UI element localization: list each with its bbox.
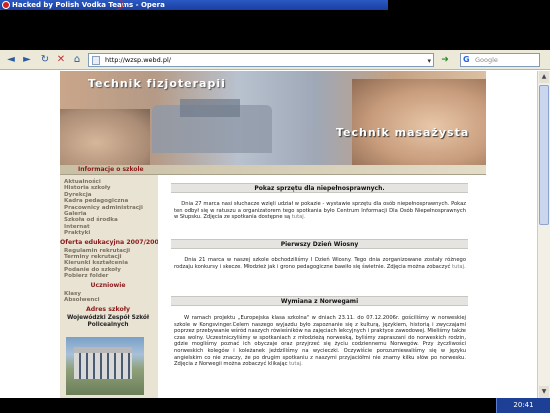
main-content: Pokaz sprzętu dla niepełnosprawnych. Dni… (158, 175, 486, 398)
scroll-thumb[interactable] (539, 85, 549, 225)
article-body: Dnia 27 marca nasi słuchacze wzięli udzi… (174, 201, 466, 221)
stop-icon[interactable]: ✕ (54, 53, 68, 67)
article-body: W ramach projektu „Europejska klasa szko… (174, 315, 466, 368)
article-body: Dnia 21 marca w naszej szkole obchodzili… (174, 257, 466, 270)
section-strip: Informacje o szkole (60, 165, 486, 175)
banner-title-masseur: Technik masażysta (336, 126, 470, 139)
sidebar-heading-adres: Adres szkoły (85, 305, 131, 313)
scroll-down-icon[interactable]: ▼ (539, 386, 549, 398)
article-text: Dnia 27 marca nasi słuchacze wzięli udzi… (174, 201, 466, 221)
go-arrow-icon[interactable]: ➜ (438, 53, 452, 67)
back-arrow-icon[interactable]: ◄ (4, 53, 18, 67)
screen: Hacked by Polish Vodka Teams - Opera ◄ ►… (0, 0, 550, 413)
chevron-down-icon[interactable]: ▾ (427, 55, 431, 67)
page-icon (92, 56, 100, 65)
sidebar-menu: Aktualności Historia szkoły Dyrekcja Kad… (60, 175, 164, 398)
address-bar-url: http://wzsp.webd.pl/ (105, 56, 171, 64)
banner-photo-left (60, 109, 150, 165)
search-placeholder: Google (475, 56, 498, 64)
article-more-link[interactable]: tutaj. (289, 361, 303, 367)
redacted-title-area (388, 0, 550, 10)
banner-photo-center-detail (180, 99, 240, 117)
redacted-toolbar-area (0, 10, 550, 50)
article-title: Wymiana z Norwegami (171, 296, 468, 306)
taskbar: 20:41 (0, 398, 550, 413)
google-icon: G (463, 55, 470, 64)
reload-icon[interactable]: ↻ (38, 53, 52, 67)
article-title: Pokaz sprzętu dla niepełnosprawnych. (171, 183, 468, 193)
vertical-scrollbar[interactable]: ▲ ▼ (537, 71, 550, 398)
banner-title-physio: Technik fizjoterapii (88, 77, 226, 90)
article-text: W ramach projektu „Europejska klasa szko… (174, 315, 466, 368)
search-input[interactable]: G Google (460, 53, 540, 67)
article-text: Dnia 21 marca w naszej szkole obchodzili… (174, 257, 466, 270)
header-banner: Technik fizjoterapii Technik masażysta (60, 71, 486, 165)
address-bar[interactable]: http://wzsp.webd.pl/ ▾ (88, 53, 434, 67)
address-toolbar: ◄ ► ↻ ✕ ⌂ http://wzsp.webd.pl/ ▾ ➜ G Goo… (0, 50, 550, 70)
article-more-link[interactable]: tutaj. (292, 214, 306, 220)
system-tray-clock: 20:41 (496, 398, 550, 413)
page-area: Technik fizjoterapii Technik masażysta I… (0, 71, 550, 398)
website: Technik fizjoterapii Technik masażysta I… (60, 71, 486, 398)
article-more-link[interactable]: tutaj. (452, 264, 466, 270)
sidebar-heading-uczniowie: Uczniowie (90, 281, 126, 289)
school-building-photo (66, 337, 144, 395)
home-icon[interactable]: ⌂ (70, 53, 84, 67)
school-name: Wojewódzki Zespół Szkół Policealnych (66, 314, 150, 328)
section-label: Informacje o szkole (78, 166, 144, 173)
forward-arrow-icon[interactable]: ► (20, 53, 34, 67)
sidebar-heading-oferta: Oferta edukacyjna 2007/2008 (60, 238, 164, 246)
building-facade (74, 353, 132, 379)
banner-photo-right (352, 79, 486, 165)
article-title: Pierwszy Dzień Wiosny (171, 239, 468, 249)
scroll-up-icon[interactable]: ▲ (539, 71, 549, 83)
